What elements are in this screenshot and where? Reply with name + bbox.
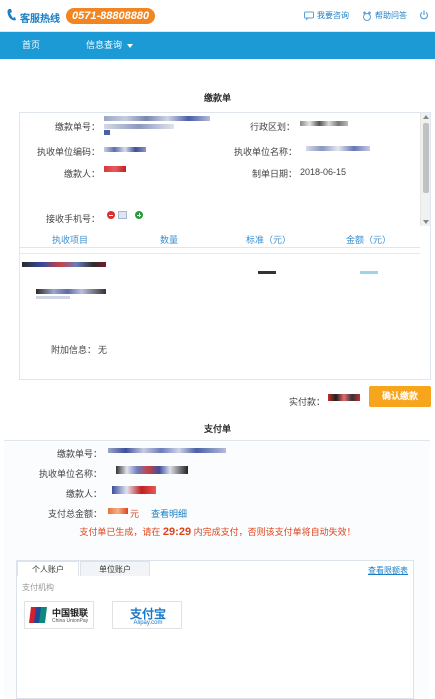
- pay-unit-name-label: 执收单位名称：: [38, 469, 102, 479]
- unionpay-name-en: China UnionPay: [52, 618, 89, 624]
- scroll-up-icon[interactable]: [423, 115, 429, 119]
- notice-scrollbar[interactable]: [420, 113, 430, 226]
- divider: [20, 253, 420, 254]
- timer-prefix: 支付单已生成，请在: [79, 527, 161, 537]
- date-label: 制单日期：: [252, 169, 298, 179]
- pay-total-value: [108, 508, 128, 514]
- scroll-thumb[interactable]: [423, 123, 429, 193]
- pay-payer-label: 缴款人：: [65, 489, 102, 499]
- nav-home[interactable]: 首页: [22, 32, 40, 59]
- phone-icon: [7, 9, 16, 21]
- pay-payment-no-value: [108, 448, 226, 453]
- item-standard-value: [258, 271, 276, 274]
- th-item: 执收项目: [52, 235, 89, 245]
- region-value: [300, 121, 348, 126]
- payment-timer-message: 支付单已生成，请在 29:29 内完成支付，否则该支付单将自动失效！: [0, 525, 435, 538]
- item-amount-value: [360, 271, 378, 274]
- hotline-label: 客服热线: [20, 14, 60, 25]
- items-table-header: 执收项目 数量 标准（元） 金额（元）: [20, 228, 420, 248]
- th-quantity: 数量: [160, 235, 179, 245]
- pay-payer-value: [112, 486, 156, 494]
- scroll-down-icon[interactable]: [423, 220, 429, 224]
- payer-value: [104, 166, 126, 172]
- unionpay-logo-icon: [29, 607, 47, 623]
- chat-icon: [304, 11, 314, 21]
- notice-title: 缴款单: [203, 93, 231, 103]
- logout-link[interactable]: [419, 10, 432, 20]
- pay-unit-name-value: [116, 466, 188, 474]
- pay-total-label: 支付总金额：: [47, 509, 102, 519]
- add-icon[interactable]: [135, 211, 143, 219]
- main-nav: 首页 信息查询: [0, 32, 435, 59]
- timer-suffix: 内完成支付，否则该支付单将自动失效！: [193, 527, 356, 537]
- unit-code-value: [104, 147, 146, 152]
- payer-label: 缴款人：: [63, 169, 100, 179]
- unit-code-label: 执收单位编码：: [36, 147, 100, 157]
- tab-personal-account[interactable]: 个人账户: [17, 561, 79, 576]
- chevron-down-icon: [127, 43, 134, 48]
- timer-countdown: 29:29: [162, 526, 192, 538]
- th-standard: 标准（元）: [246, 235, 292, 245]
- edit-icon[interactable]: [118, 211, 127, 219]
- payment-title: 支付单: [203, 424, 231, 434]
- payment-method-panel: [16, 560, 414, 699]
- phone-label: 接收手机号：: [45, 214, 100, 224]
- alipay-option[interactable]: 支付宝 Alipay.com: [112, 601, 182, 629]
- alipay-name-en: Alipay.com: [133, 620, 163, 626]
- unit-name-label: 执收单位名称：: [234, 147, 298, 157]
- help-icon: [363, 11, 371, 21]
- power-icon: [419, 10, 429, 20]
- remove-icon[interactable]: [107, 211, 115, 219]
- date-value: 2018-06-15: [300, 167, 347, 177]
- help-link[interactable]: 帮助问答: [362, 10, 407, 21]
- top-bar: 客服热线 0571-88808880 我要咨询 帮助问答: [0, 0, 435, 32]
- view-details-link[interactable]: 查看明细: [151, 507, 187, 520]
- region-label: 行政区划：: [250, 122, 296, 132]
- pay-payment-no-label: 缴款单号：: [56, 449, 102, 459]
- payment-no-label: 缴款单号：: [54, 122, 100, 132]
- consult-label: 我要咨询: [317, 11, 349, 20]
- view-limit-link[interactable]: 查看限额表: [368, 565, 408, 576]
- extra-label: 附加信息：: [50, 345, 96, 355]
- th-amount: 金额（元）: [346, 235, 392, 245]
- payment-no-value: [104, 116, 210, 121]
- item-name-value: [22, 262, 106, 267]
- confirm-payment-button[interactable]: 确认缴款: [369, 386, 431, 407]
- paid-label: 实付款：: [289, 397, 326, 407]
- unionpay-option[interactable]: 中国银联 China UnionPay: [24, 601, 94, 629]
- nav-info-query[interactable]: 信息查询: [86, 32, 134, 59]
- org-label: 支付机构: [22, 583, 54, 592]
- consult-link[interactable]: 我要咨询: [304, 10, 349, 21]
- extra-value: 无: [98, 345, 108, 355]
- paid-value: [328, 394, 360, 401]
- tab-unit-account[interactable]: 单位账户: [80, 561, 150, 576]
- unit-name-value: [306, 146, 370, 151]
- pay-total-unit: 元: [130, 509, 140, 519]
- help-label: 帮助问答: [375, 11, 407, 20]
- nav-info-query-label: 信息查询: [86, 40, 123, 50]
- hotline-number: 0571-88808880: [66, 8, 156, 24]
